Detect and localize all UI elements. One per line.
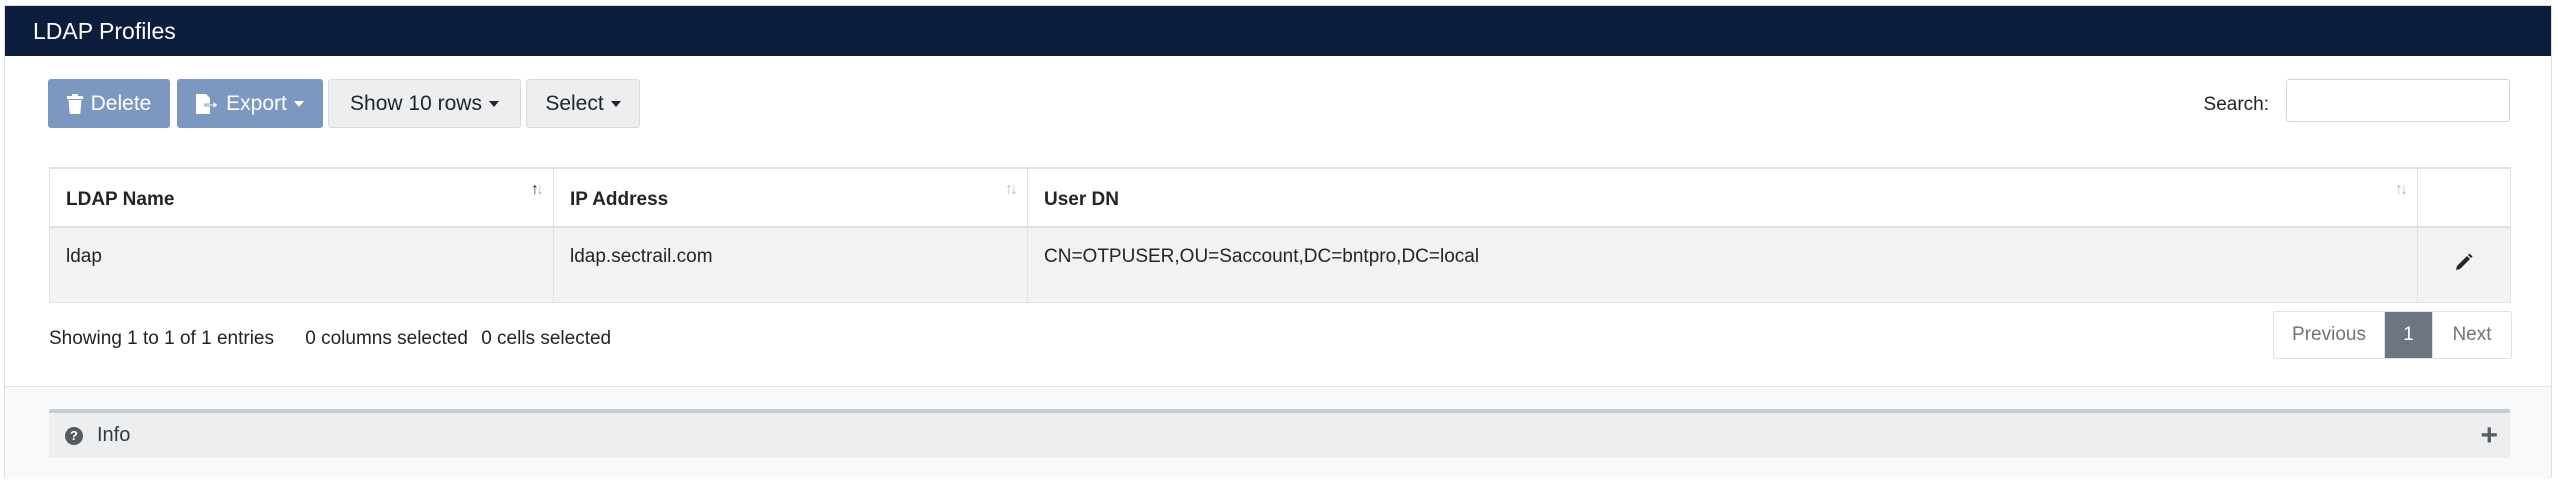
- next-page-button[interactable]: Next: [2433, 312, 2511, 358]
- sort-icon[interactable]: ↑↓: [531, 181, 544, 199]
- cell-ldap-name[interactable]: ldap: [49, 226, 554, 303]
- search-label: Search:: [2203, 94, 2269, 115]
- chevron-down-icon: [488, 100, 499, 107]
- column-header-label: IP Address: [570, 189, 669, 210]
- showing-entries-text: Showing 1 to 1 of 1 entries: [49, 328, 274, 349]
- plus-icon[interactable]: +: [2480, 419, 2498, 453]
- delete-label: Delete: [90, 91, 152, 115]
- delete-button[interactable]: Delete: [48, 79, 170, 128]
- column-header-ldap-name[interactable]: LDAP Name ↑↓: [49, 167, 554, 228]
- pagination: Previous 1 Next: [2273, 311, 2512, 359]
- column-header-actions: [2417, 167, 2511, 228]
- sort-icon[interactable]: ↑↓: [2395, 181, 2408, 199]
- page-1-button[interactable]: 1: [2385, 312, 2433, 358]
- edit-cell: [2417, 226, 2511, 303]
- table-header-row: LDAP Name ↑↓ IP Address ↑↓ User DN ↑↓: [49, 167, 2511, 228]
- select-button[interactable]: Select: [526, 79, 640, 128]
- table-info: Showing 1 to 1 of 1 entries 0 columns se…: [49, 328, 637, 350]
- column-header-user-dn[interactable]: User DN ↑↓: [1027, 167, 2418, 228]
- show-rows-button[interactable]: Show 10 rows: [328, 79, 521, 128]
- question-circle-icon: ?: [65, 426, 83, 445]
- info-label: Info: [97, 424, 131, 446]
- chevron-down-icon: [293, 100, 304, 107]
- column-header-label: User DN: [1044, 189, 1119, 210]
- ldap-profiles-card: LDAP Profiles Delete Export Show 10 rows…: [4, 5, 2552, 479]
- cell-ip-address[interactable]: ldap.sectrail.com: [553, 226, 1028, 303]
- ldap-table: LDAP Name ↑↓ IP Address ↑↓ User DN ↑↓ ld…: [49, 167, 2511, 303]
- sort-icon[interactable]: ↑↓: [1005, 181, 1018, 199]
- export-button[interactable]: Export: [177, 79, 323, 128]
- page-title: LDAP Profiles: [5, 6, 2551, 56]
- info-panel[interactable]: ? Info +: [49, 409, 2510, 458]
- previous-page-button[interactable]: Previous: [2274, 312, 2385, 358]
- search-input[interactable]: [2286, 79, 2510, 122]
- chevron-down-icon: [610, 100, 621, 107]
- export-file-icon: [196, 93, 219, 114]
- column-header-ip-address[interactable]: IP Address ↑↓: [553, 167, 1028, 228]
- export-label: Export: [226, 91, 287, 115]
- columns-selected-text: 0 columns selected: [305, 328, 468, 349]
- cell-user-dn[interactable]: CN=OTPUSER,OU=Saccount,DC=bntpro,DC=loca…: [1027, 226, 2418, 303]
- table-row[interactable]: ldap ldap.sectrail.com CN=OTPUSER,OU=Sac…: [49, 226, 2511, 303]
- trash-icon: [66, 93, 83, 114]
- show-rows-label: Show 10 rows: [350, 91, 482, 115]
- pencil-icon[interactable]: [2454, 253, 2474, 277]
- column-header-label: LDAP Name: [66, 189, 175, 210]
- select-label: Select: [545, 91, 604, 115]
- page: LDAP Profiles Delete Export Show 10 rows…: [0, 0, 2558, 480]
- cells-selected-text: 0 cells selected: [481, 328, 612, 349]
